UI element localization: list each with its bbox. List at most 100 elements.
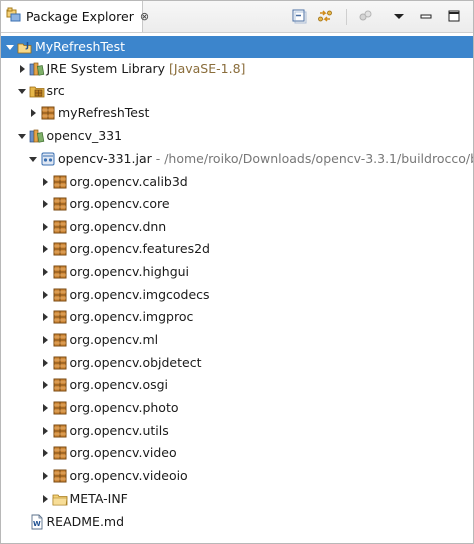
tree-item-name: MyRefreshTest	[35, 39, 126, 54]
collapse-all-button[interactable]	[291, 9, 307, 25]
package-icon	[52, 445, 68, 461]
tree-item[interactable]: org.opencv.calib3d	[1, 171, 473, 193]
tree-item[interactable]: META-INF	[1, 488, 473, 510]
tree-item-label: org.opencv.imgproc	[70, 306, 194, 328]
tree-item[interactable]: org.opencv.videoio	[1, 465, 473, 487]
tree-item[interactable]: J MyRefreshTest	[1, 36, 473, 58]
tree-item[interactable]: opencv_331	[1, 125, 473, 147]
expand-arrow-icon[interactable]	[40, 244, 50, 254]
expand-arrow-icon[interactable]	[40, 403, 50, 413]
tree-item-label: org.opencv.video	[70, 442, 177, 464]
expand-arrow-icon[interactable]	[17, 64, 27, 74]
expand-arrow-icon[interactable]	[28, 108, 38, 118]
expand-arrow-icon[interactable]	[40, 448, 50, 458]
package-explorer-icon	[6, 7, 22, 26]
link-with-editor-button[interactable]	[317, 9, 333, 25]
tree-item-label: README.md	[47, 511, 125, 533]
package-icon	[52, 400, 68, 416]
tree-item[interactable]: org.opencv.video	[1, 442, 473, 464]
tree-item[interactable]: opencv-331.jar - /home/roiko/Downloads/o…	[1, 148, 473, 170]
package-tree: J MyRefreshTest JRE System Library [Java…	[1, 33, 473, 543]
tree-item-label: org.opencv.objdetect	[70, 352, 202, 374]
svg-text:W: W	[33, 520, 41, 528]
expand-arrow-icon[interactable]	[40, 335, 50, 345]
tree-item-name: org.opencv.calib3d	[69, 174, 188, 189]
tree-item[interactable]: org.opencv.photo	[1, 397, 473, 419]
view-header: Package Explorer ⊗	[1, 1, 473, 33]
focus-button[interactable]	[357, 9, 373, 25]
package-explorer-tab[interactable]: Package Explorer ⊗	[1, 1, 149, 32]
tree-item[interactable]: JRE System Library [JavaSE-1.8]	[1, 58, 473, 80]
library-icon	[29, 61, 45, 77]
tree-item[interactable]: src	[1, 80, 473, 102]
tree-item-label: org.opencv.ml	[70, 329, 159, 351]
expand-arrow-icon[interactable]	[40, 177, 50, 187]
expand-arrow-icon[interactable]	[40, 222, 50, 232]
package-explorer-view: Package Explorer ⊗ J MyRefreshTest JRE S…	[0, 0, 474, 544]
expand-arrow-icon[interactable]	[40, 199, 50, 209]
tree-item-label: org.opencv.utils	[70, 420, 169, 442]
expand-arrow-icon[interactable]	[40, 471, 50, 481]
tree-item-label: org.opencv.photo	[70, 397, 179, 419]
tree-item-name: org.opencv.core	[69, 196, 170, 211]
folder-icon	[52, 491, 68, 507]
tree-item-name: org.opencv.videoio	[69, 468, 188, 483]
maximize-icon	[446, 8, 462, 27]
package-icon	[52, 196, 68, 212]
link-with-editor-icon	[317, 8, 333, 27]
tree-item-label: opencv_331	[47, 125, 123, 147]
expand-arrow-icon[interactable]	[40, 380, 50, 390]
collapse-arrow-icon[interactable]	[17, 86, 27, 96]
collapse-arrow-icon[interactable]	[28, 154, 38, 164]
tree-item-label: org.opencv.videoio	[70, 465, 188, 487]
tree-item[interactable]: org.opencv.dnn	[1, 216, 473, 238]
jar-icon	[40, 151, 56, 167]
tree-item-label: org.opencv.highgui	[70, 261, 190, 283]
tree-item-label: MyRefreshTest	[35, 36, 125, 58]
tree-item[interactable]: org.opencv.features2d	[1, 238, 473, 260]
collapse-all-icon	[291, 8, 307, 27]
minimize-button[interactable]	[418, 9, 434, 25]
close-icon[interactable]: ⊗	[140, 11, 149, 22]
collapse-arrow-icon[interactable]	[5, 42, 15, 52]
expand-arrow-icon[interactable]	[40, 426, 50, 436]
tree-item[interactable]: org.opencv.objdetect	[1, 352, 473, 374]
tree-item-name: org.opencv.objdetect	[69, 355, 202, 370]
maximize-button[interactable]	[446, 9, 462, 25]
tree-item-label: org.opencv.calib3d	[70, 171, 188, 193]
tree-item-label: myRefreshTest	[58, 102, 149, 124]
tree-item[interactable]: org.opencv.core	[1, 193, 473, 215]
view-menu-button[interactable]	[391, 9, 407, 25]
tree-item[interactable]: org.opencv.ml	[1, 329, 473, 351]
tree-item-label: org.opencv.osgi	[70, 374, 169, 396]
tree-item-label: META-INF	[70, 488, 128, 510]
package-icon	[52, 264, 68, 280]
toolbar-separator	[346, 9, 347, 25]
tree-item[interactable]: org.opencv.highgui	[1, 261, 473, 283]
expand-arrow-icon[interactable]	[40, 312, 50, 322]
tree-item-name: META-INF	[69, 491, 128, 506]
tree-item[interactable]: org.opencv.imgcodecs	[1, 284, 473, 306]
package-icon	[52, 332, 68, 348]
minimize-icon	[418, 8, 434, 27]
focus-icon	[357, 8, 373, 27]
expand-arrow-icon[interactable]	[40, 494, 50, 504]
tree-item[interactable]: org.opencv.osgi	[1, 374, 473, 396]
expand-arrow-icon[interactable]	[40, 358, 50, 368]
tree-item-name: README.md	[46, 514, 125, 529]
svg-text:J: J	[25, 41, 29, 50]
package-icon	[52, 468, 68, 484]
tree-item-name: src	[46, 83, 65, 98]
expand-arrow-icon[interactable]	[40, 267, 50, 277]
tree-item-name: org.opencv.highgui	[69, 264, 190, 279]
tree-item-label: opencv-331.jar - /home/roiko/Downloads/o…	[58, 148, 473, 170]
expand-arrow-icon[interactable]	[40, 290, 50, 300]
tree-item[interactable]: org.opencv.utils	[1, 420, 473, 442]
tree-item[interactable]: W README.md	[1, 511, 473, 533]
tree-item-label: src	[47, 80, 65, 102]
collapse-arrow-icon[interactable]	[17, 131, 27, 141]
tree-item[interactable]: myRefreshTest	[1, 102, 473, 124]
tree-item[interactable]: org.opencv.imgproc	[1, 306, 473, 328]
tree-item-name: org.opencv.features2d	[69, 241, 210, 256]
tree-item-name: org.opencv.imgcodecs	[69, 287, 210, 302]
